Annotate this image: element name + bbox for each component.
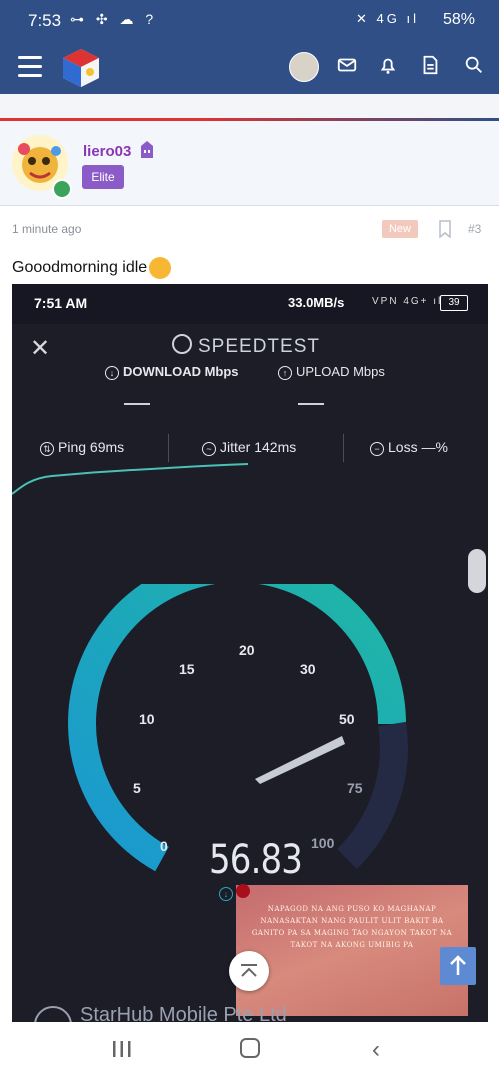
scroll-to-top-button[interactable]: [229, 951, 269, 991]
arrow-up-icon: [450, 955, 466, 975]
gauge-tick: 100: [311, 835, 335, 851]
ping-stat: ⇅ Ping 69ms: [40, 439, 124, 456]
gauge-tick: 15: [179, 661, 195, 677]
post-author-header: liero03 Elite: [0, 121, 499, 206]
post-timestamp[interactable]: 1 minute ago: [12, 222, 81, 236]
embedded-time: 7:51 AM: [34, 295, 88, 311]
post-number-link[interactable]: #3: [468, 222, 481, 236]
upload-value-placeholder: [298, 403, 324, 405]
home-icon[interactable]: [240, 1038, 260, 1058]
phone-status-bar: 7:53 ⊶ ✣ ☁ ? ✕ 4G ıl 58%: [0, 0, 499, 42]
gauge-tick: 75: [347, 780, 363, 796]
speedtest-title-text: SPEEDTEST: [198, 336, 320, 357]
gauge-icon: [172, 334, 192, 354]
quote-text: NAPAGOD NA ANG PUSO KO MAGHANAP NANASAKT…: [251, 905, 453, 949]
gauge-tick: 20: [239, 642, 255, 658]
status-time: 7:53: [28, 11, 62, 30]
gauge-tick: 0: [160, 838, 168, 854]
ping-text: Ping 69ms: [58, 439, 125, 455]
upload-label: ↑ UPLOAD Mbps: [278, 364, 385, 380]
loss-icon: −: [370, 442, 384, 456]
menu-icon[interactable]: [18, 56, 42, 78]
post-text: Gooodmorning idle: [12, 259, 148, 277]
app-header: [0, 42, 499, 94]
chevron-up-icon: [241, 964, 257, 977]
sub-navigation-bar: [0, 94, 499, 119]
author-username[interactable]: liero03: [83, 143, 131, 160]
attached-screenshot-image[interactable]: 7:51 AM 33.0MB/s VPN 4G+ ıl 39 ✕ SPEEDTE…: [12, 284, 488, 1022]
speed-history-line: [12, 463, 249, 495]
jitter-text: Jitter 142ms: [220, 439, 297, 455]
jitter-icon: ~: [202, 442, 216, 456]
ping-icon: ⇅: [40, 442, 54, 456]
document-icon[interactable]: [419, 54, 445, 80]
jitter-stat: ~ Jitter 142ms: [202, 439, 296, 456]
quote-image-card: NAPAGOD NA ANG PUSO KO MAGHANAP NANASAKT…: [236, 885, 468, 1016]
close-icon: ✕: [30, 335, 51, 362]
gauge-tick: 50: [339, 711, 355, 727]
carrier-logo-icon: [34, 1006, 72, 1022]
embedded-signal-icons: VPN 4G+ ıl: [372, 296, 443, 307]
recent-apps-icon[interactable]: [111, 1040, 133, 1058]
download-label-text: DOWNLOAD Mbps: [123, 364, 239, 379]
status-notification-icons: ⊶ ✣ ☁ ?: [70, 11, 158, 27]
download-value-placeholder: [124, 403, 150, 405]
upload-arrow-icon: ↑: [278, 366, 292, 380]
back-to-top-button[interactable]: [440, 947, 476, 985]
status-battery: 58%: [442, 11, 475, 28]
search-icon[interactable]: [463, 54, 489, 80]
download-arrow-icon: ↓: [105, 366, 119, 380]
download-label: ↓ DOWNLOAD Mbps: [105, 364, 239, 380]
download-small-icon: ↓: [219, 887, 233, 901]
staff-badge-icon: [139, 141, 155, 159]
embedded-data-rate: 33.0MB/s: [288, 295, 345, 310]
loss-stat: − Loss —%: [370, 439, 448, 456]
user-avatar[interactable]: [289, 52, 319, 82]
loss-text: Loss —%: [388, 439, 448, 455]
upload-label-text: UPLOAD Mbps: [296, 364, 385, 379]
site-logo[interactable]: [60, 46, 102, 90]
gauge-tick: 30: [300, 661, 316, 677]
status-signal-icons: ✕ 4G ıl: [356, 11, 419, 26]
smiling-hearts-emoji-icon: [149, 257, 172, 279]
gauge-tick: 5: [133, 780, 141, 796]
bookmark-icon[interactable]: [438, 220, 452, 239]
post-body: Gooodmorning idle: [12, 257, 172, 279]
embedded-status-bar: 7:51 AM 33.0MB/s VPN 4G+ ıl 39: [12, 284, 488, 324]
speedtest-title: SPEEDTEST: [172, 334, 320, 358]
bell-icon[interactable]: [377, 54, 403, 80]
speed-value: 56.83: [209, 837, 303, 883]
user-title-badge: Elite: [82, 165, 124, 189]
back-icon[interactable]: ‹: [372, 1036, 380, 1064]
online-status-icon: [52, 179, 72, 199]
new-badge: New: [382, 220, 418, 238]
carrier-name: StarHub Mobile Pte Ltd: [80, 1004, 287, 1022]
embedded-battery: 39: [440, 295, 468, 311]
mail-icon[interactable]: [336, 54, 362, 80]
gauge-tick: 10: [139, 711, 155, 727]
rose-icon: [236, 884, 250, 898]
